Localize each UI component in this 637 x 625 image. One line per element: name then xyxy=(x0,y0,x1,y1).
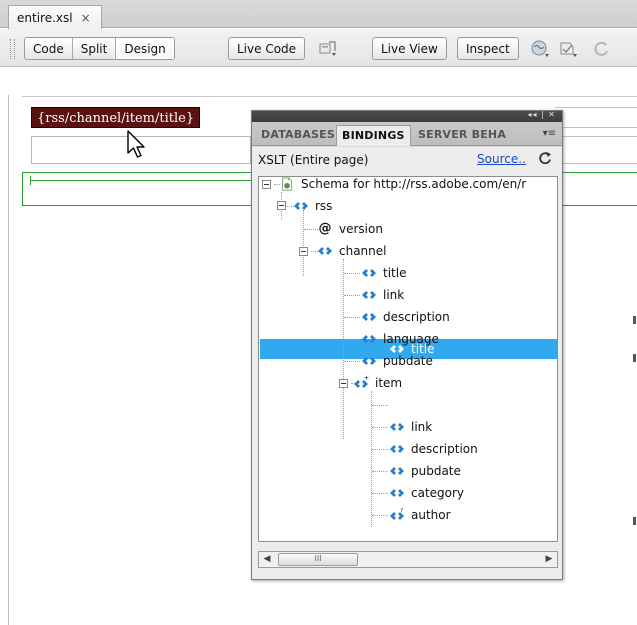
margin-mark xyxy=(633,517,636,525)
refresh-icon[interactable] xyxy=(592,39,612,59)
mouse-cursor-icon xyxy=(127,130,145,158)
scroll-thumb[interactable]: III xyxy=(278,553,358,566)
xml-element-icon xyxy=(362,313,376,321)
xml-attribute-icon: @ xyxy=(318,221,332,236)
tree-node-label: description xyxy=(411,442,478,456)
collapse-toggle[interactable] xyxy=(339,379,348,388)
xml-element-icon xyxy=(390,489,404,497)
browser-preview-icon[interactable] xyxy=(530,39,550,59)
xml-element-icon xyxy=(294,202,308,210)
file-management-icon[interactable] xyxy=(318,39,338,59)
xml-element-icon xyxy=(390,423,404,431)
xml-element-icon xyxy=(318,247,332,255)
refresh-icon[interactable] xyxy=(538,151,552,165)
xml-element-icon xyxy=(362,335,376,343)
xml-optional-element-icon: ? xyxy=(390,508,404,520)
panel-window-controls[interactable]: ◂◂ | ✕ xyxy=(527,110,556,119)
svg-text:?: ? xyxy=(400,508,403,514)
document-tab-strip: entire.xsl × xyxy=(0,0,637,29)
svg-text:+: + xyxy=(364,376,369,382)
scroll-right-icon[interactable]: ▶ xyxy=(542,553,556,566)
margin-mark xyxy=(633,354,636,362)
tree-node-label: link xyxy=(383,288,405,302)
view-mode-group: Code Split Design xyxy=(24,37,175,60)
collapse-toggle[interactable] xyxy=(262,180,271,189)
panel-options-menu-icon[interactable]: ▾≡ xyxy=(543,128,556,139)
xml-element-icon xyxy=(362,269,376,277)
panel-body: XSLT (Entire page) Source.. Schema for h… xyxy=(252,147,562,579)
inspect-button[interactable]: Inspect xyxy=(457,37,519,60)
margin-mark xyxy=(633,316,636,324)
tree-node-label: version xyxy=(339,222,383,236)
document-toolbar: Code Split Design Live Code Live View In… xyxy=(0,29,637,67)
xml-element-icon xyxy=(362,357,376,365)
table-row-edge xyxy=(555,136,637,164)
xml-element-icon xyxy=(362,291,376,299)
live-view-button[interactable]: Live View xyxy=(372,37,447,60)
dreamweaver-window: entire.xsl × Code Split Design Live Code… xyxy=(0,0,637,625)
schema-tree[interactable]: Schema for http://rss.adobe.com/en/r rss… xyxy=(258,176,558,542)
panel-tab-strip: DATABASES BINDINGS SERVER BEHA ▾≡ xyxy=(252,122,562,146)
bindings-panel: ◂◂ | ✕ DATABASES BINDINGS SERVER BEHA ▾≡… xyxy=(251,110,563,580)
xml-element-icon xyxy=(390,467,404,475)
source-bar: XSLT (Entire page) Source.. xyxy=(252,147,562,174)
design-view-button[interactable]: Design xyxy=(116,38,174,59)
guide-tick xyxy=(30,176,35,185)
toolbar-grip[interactable] xyxy=(10,39,15,59)
xslt-dynamic-text[interactable]: {rss/channel/item/title} xyxy=(31,107,201,128)
tab-bindings[interactable]: BINDINGS xyxy=(336,125,411,146)
panel-title-bar[interactable]: ◂◂ | ✕ xyxy=(252,110,562,122)
source-label: XSLT (Entire page) xyxy=(258,153,369,167)
tree-node-label: channel xyxy=(339,244,387,258)
guide-left-edge xyxy=(22,172,23,206)
xml-element-icon xyxy=(390,445,404,453)
validate-markup-icon[interactable] xyxy=(558,39,578,59)
tree-node-label: Schema for http://rss.adobe.com/en/r xyxy=(301,177,527,191)
horizontal-scrollbar[interactable]: ◀ III ▶ xyxy=(258,551,558,568)
split-view-button[interactable]: Split xyxy=(73,38,117,59)
xml-schema-file-icon xyxy=(282,177,292,191)
tree-node-label: author xyxy=(411,508,451,522)
tab-server-behaviors[interactable]: SERVER BEHA xyxy=(413,125,510,146)
design-left-border xyxy=(8,95,9,625)
live-code-button[interactable]: Live Code xyxy=(228,37,306,60)
tree-node-label: title xyxy=(411,342,435,356)
column-width-guide xyxy=(30,180,251,181)
tree-node-label: link xyxy=(411,420,433,434)
collapse-toggle[interactable] xyxy=(277,201,286,210)
table-row-edge xyxy=(555,107,637,128)
document-tab-label: entire.xsl xyxy=(17,10,73,25)
tree-node-label: rss xyxy=(315,199,333,213)
tree-node-label: pubdate xyxy=(411,464,461,478)
tab-databases[interactable]: DATABASES xyxy=(256,125,336,146)
tree-node-label: item xyxy=(375,376,403,390)
close-tab-icon[interactable]: × xyxy=(81,11,91,25)
document-tab[interactable]: entire.xsl × xyxy=(8,5,102,29)
tree-node-label: category xyxy=(411,486,465,500)
scroll-left-icon[interactable]: ◀ xyxy=(260,553,274,566)
code-view-button[interactable]: Code xyxy=(25,38,73,59)
tree-node-label: description xyxy=(383,310,450,324)
xml-element-icon xyxy=(390,345,404,353)
collapse-toggle[interactable] xyxy=(299,247,308,256)
tree-node-label: title xyxy=(383,266,407,280)
xml-repeating-element-icon: + xyxy=(354,376,369,388)
source-link[interactable]: Source.. xyxy=(477,152,526,166)
table-border-top xyxy=(22,96,637,97)
